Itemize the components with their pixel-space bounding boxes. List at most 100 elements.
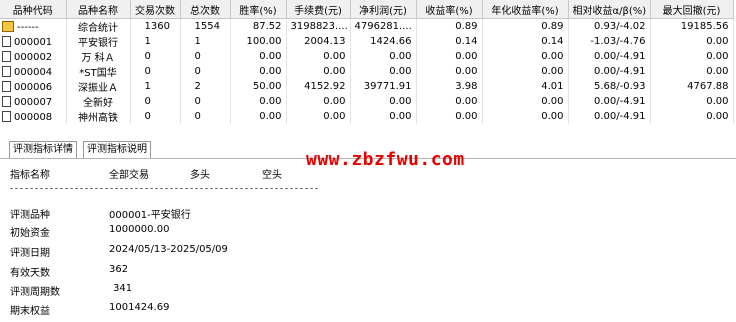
cell-code: 000008 <box>0 109 67 124</box>
cell-alpha: 0.00/-4.91 <box>568 94 651 109</box>
cell-total: 2 <box>180 79 231 94</box>
col-header-maxdd[interactable]: 最大回撤(元) <box>650 0 734 19</box>
col-header-return[interactable]: 收益率(%) <box>416 0 483 19</box>
cell-maxdd: 0.00 <box>650 64 734 79</box>
cell-alpha: -1.03/-4.76 <box>568 34 651 49</box>
cell-trades: 0 <box>130 49 181 64</box>
detail-label-final-equity: 期末权益 <box>10 306 50 317</box>
cell-fee: 0.00 <box>286 109 351 124</box>
document-icon <box>2 65 11 77</box>
cell-total: 1 <box>180 34 231 49</box>
cell-code: 000004 <box>0 64 67 79</box>
cell-name: *ST国华 <box>66 64 131 79</box>
cell-alpha: 5.68/-0.93 <box>568 79 651 94</box>
document-icon <box>2 50 11 62</box>
cell-fee: 0.00 <box>286 94 351 109</box>
cell-winrate: 0.00 <box>230 109 287 124</box>
table-row[interactable]: ------ 综合统计 1360 1554 87.52 3198823.... 479628… <box>0 18 734 34</box>
tab-metric-explanation[interactable]: 评测指标说明 <box>83 141 151 158</box>
col-header-trades[interactable]: 交易次数 <box>130 0 181 19</box>
col-header-code[interactable]: 品种代码 <box>0 0 67 19</box>
document-icon <box>2 95 11 107</box>
table-row[interactable]: 000001 平安银行 1 1 100.00 2004.13 1424.66 0.14 0.14… <box>0 34 734 49</box>
cell-total: 0 <box>180 109 231 124</box>
cell-code-text: 000008 <box>14 111 53 123</box>
cell-total: 1554 <box>180 18 231 34</box>
cell-return: 0.00 <box>416 94 483 109</box>
cell-name: 神州高铁 <box>66 109 131 124</box>
cell-code: 000001 <box>0 34 67 49</box>
detail-label-initial-capital: 初始资金 <box>10 228 50 239</box>
col-header-profit[interactable]: 净利润(元) <box>350 0 417 19</box>
detail-value-date-range: 2024/05/13-2025/05/09 <box>109 244 228 255</box>
cell-code: ------ <box>0 18 67 34</box>
detail-label-valid-days: 有效天数 <box>10 268 50 279</box>
detail-header-short: 空头 <box>262 170 282 181</box>
cell-code-text: 000006 <box>14 81 53 93</box>
cell-code-text: 000002 <box>14 51 53 63</box>
table-row[interactable]: 000007 全新好 0 0 0.00 0.00 0.00 0.00 0.00 0.00/-4.9… <box>0 94 734 109</box>
cell-fee: 0.00 <box>286 64 351 79</box>
col-header-winrate[interactable]: 胜率(%) <box>230 0 287 19</box>
cell-return: 0.00 <box>416 64 483 79</box>
cell-trades: 1 <box>130 79 181 94</box>
tab-metric-details[interactable]: 评测指标详情 <box>9 141 77 158</box>
cell-annual: 0.00 <box>482 94 569 109</box>
detail-value-final-equity: 1001424.69 <box>109 302 170 313</box>
cell-code: 000007 <box>0 94 67 109</box>
cell-trades: 1360 <box>130 18 181 34</box>
cell-winrate: 100.00 <box>230 34 287 49</box>
grid-body: ------ 综合统计 1360 1554 87.52 3198823.... 479628… <box>0 18 734 124</box>
cell-trades: 0 <box>130 109 181 124</box>
document-icon <box>2 110 11 122</box>
cell-name: 平安银行 <box>66 34 131 49</box>
col-header-annual[interactable]: 年化收益率(%) <box>482 0 569 19</box>
metric-detail-panel: 指标名称 全部交易 多头 空头 评测品种 000001-平安银行 初始资金 10… <box>0 160 736 322</box>
cell-alpha: 0.00/-4.91 <box>568 109 651 124</box>
table-row[interactable]: 000006 深振业Ａ 1 2 50.00 4152.92 39771.91 3.98 4.01… <box>0 79 734 94</box>
document-icon <box>2 35 11 47</box>
cell-fee: 2004.13 <box>286 34 351 49</box>
cell-name: 全新好 <box>66 94 131 109</box>
cell-profit: 1424.66 <box>350 34 417 49</box>
cell-code: 000002 <box>0 49 67 64</box>
col-header-alpha[interactable]: 相对收益α/β(%) <box>568 0 651 19</box>
cell-profit: 4796281.... <box>350 18 417 34</box>
cell-total: 0 <box>180 64 231 79</box>
cell-total: 0 <box>180 49 231 64</box>
col-header-total[interactable]: 总次数 <box>180 0 231 19</box>
cell-code-text: ------ <box>17 21 39 33</box>
detail-header-all: 全部交易 <box>109 170 149 181</box>
table-row[interactable]: 000004 *ST国华 0 0 0.00 0.00 0.00 0.00 0.00 0.00/-4… <box>0 64 734 79</box>
cell-fee: 0.00 <box>286 49 351 64</box>
results-grid: 品种代码 品种名称 交易次数 总次数 胜率(%) 手续费(元) 净利润(元) 收… <box>0 0 736 132</box>
cell-code-text: 000004 <box>14 66 53 78</box>
cell-return: 0.00 <box>416 49 483 64</box>
detail-label-periods: 评测周期数 <box>10 287 60 298</box>
cell-winrate: 50.00 <box>230 79 287 94</box>
detail-header-name: 指标名称 <box>10 170 50 181</box>
cell-alpha: 0.93/-4.02 <box>568 18 651 34</box>
cell-code-text: 000001 <box>14 36 53 48</box>
detail-divider <box>10 188 318 189</box>
cell-return: 0.14 <box>416 34 483 49</box>
table-row[interactable]: 000008 神州高铁 0 0 0.00 0.00 0.00 0.00 0.00 0.00/-4.… <box>0 109 734 124</box>
cell-return: 0.00 <box>416 109 483 124</box>
cell-profit: 0.00 <box>350 64 417 79</box>
cell-profit: 39771.91 <box>350 79 417 94</box>
cell-winrate: 0.00 <box>230 49 287 64</box>
col-header-name[interactable]: 品种名称 <box>66 0 131 19</box>
document-icon <box>2 80 11 92</box>
cell-winrate: 0.00 <box>230 64 287 79</box>
detail-header-long: 多头 <box>190 170 210 181</box>
cell-fee: 3198823.... <box>286 18 351 34</box>
cell-alpha: 0.00/-4.91 <box>568 49 651 64</box>
cell-trades: 1 <box>130 34 181 49</box>
table-row[interactable]: 000002 万 科Ａ 0 0 0.00 0.00 0.00 0.00 0.00 0.00/-4.… <box>0 49 734 64</box>
detail-value-initial-capital: 1000000.00 <box>109 224 170 235</box>
cell-return: 0.89 <box>416 18 483 34</box>
cell-return: 3.98 <box>416 79 483 94</box>
cell-annual: 0.00 <box>482 109 569 124</box>
cell-maxdd: 0.00 <box>650 49 734 64</box>
col-header-fee[interactable]: 手续费(元) <box>286 0 351 19</box>
